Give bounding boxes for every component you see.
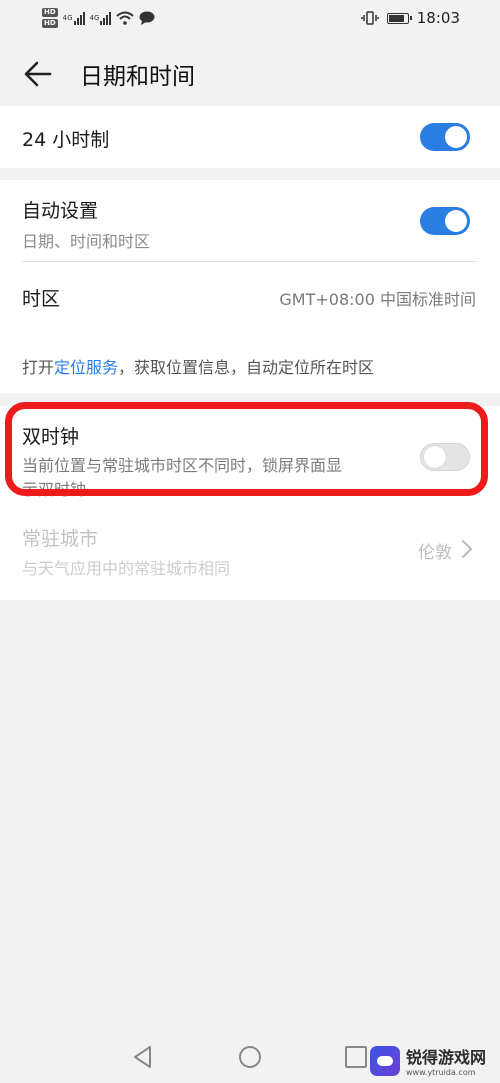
- watermark-url: www.ytruida.com: [406, 1068, 476, 1077]
- home-city-sub: 与天气应用中的常驻城市相同: [22, 559, 231, 578]
- location-hint: 打开定位服务，获取位置信息，自动定位所在时区: [22, 354, 374, 378]
- title-bar: 日期和时间: [0, 40, 500, 106]
- watermark-text: 锐得游戏网 www.ytruida.com: [406, 1044, 486, 1077]
- auto-setting-sub: 日期、时间和时区: [22, 232, 151, 251]
- divider: [22, 261, 478, 262]
- location-service-link[interactable]: 定位服务: [54, 358, 118, 377]
- hd-badge: HD: [42, 19, 58, 28]
- toggle-knob: [445, 210, 467, 232]
- battery-icon: [386, 12, 412, 24]
- nav-back-icon[interactable]: [130, 1044, 156, 1070]
- timezone-value: GMT+08:00 中国标准时间: [279, 290, 476, 309]
- watermark-logo-icon: [370, 1045, 400, 1076]
- network-type-label: 4G: [89, 13, 100, 22]
- hd-badge: HD: [42, 8, 58, 17]
- back-arrow-icon[interactable]: [22, 58, 54, 90]
- home-city-value: 伦敦: [418, 543, 452, 563]
- status-right: 18:03: [361, 9, 460, 27]
- signal-bars-icon: [100, 11, 112, 25]
- hint-suffix: ，获取位置信息，自动定位所在时区: [118, 358, 375, 377]
- page-title: 日期和时间: [80, 64, 195, 90]
- signal-1: 4G: [62, 11, 85, 25]
- toggle-knob: [424, 446, 446, 468]
- signal-bars-icon: [73, 11, 85, 25]
- chat-icon: [139, 11, 155, 25]
- auto-setting-toggle[interactable]: [420, 207, 470, 235]
- card-24-hour: 24 小时制: [0, 106, 500, 168]
- hint-prefix: 打开: [22, 358, 55, 377]
- vibrate-icon: [361, 11, 379, 25]
- card-auto-settings: 自动设置 日期、时间和时区 时区 GMT+08:00 中国标准时间 打开定位服务…: [0, 180, 500, 393]
- nav-recent-icon[interactable]: [343, 1044, 369, 1070]
- dual-clock-sub-line2: 示双时钟: [22, 480, 87, 499]
- battery-fill: [388, 14, 404, 22]
- hour24-toggle[interactable]: [420, 123, 470, 151]
- hour24-label: 24 小时制: [22, 129, 110, 151]
- dual-clock-label: 双时钟: [22, 426, 80, 448]
- toggle-knob: [445, 126, 467, 148]
- wifi-icon: [116, 11, 135, 25]
- dual-clock-sub-line1: 当前位置与常驻城市时区不同时，锁屏界面显: [22, 456, 343, 475]
- chevron-right-icon: [461, 539, 473, 559]
- signal-2: 4G: [89, 11, 112, 25]
- dual-clock-toggle[interactable]: [420, 443, 470, 471]
- status-bar: HD HD 4G 4G 18:03: [0, 0, 500, 40]
- watermark-title: 锐得游戏网: [406, 1048, 487, 1067]
- auto-setting-label: 自动设置: [22, 200, 99, 222]
- watermark: 锐得游戏网 www.ytruida.com: [370, 1044, 486, 1077]
- hd-indicators: HD HD: [42, 8, 58, 28]
- clock: 18:03: [416, 9, 460, 27]
- card-dual-clock: 双时钟 当前位置与常驻城市时区不同时，锁屏界面显 示双时钟 常驻城市 与天气应用…: [0, 406, 500, 600]
- nav-home-icon[interactable]: [237, 1044, 263, 1070]
- home-city-label: 常驻城市: [22, 528, 99, 550]
- network-type-label: 4G: [62, 13, 73, 22]
- timezone-label: 时区: [22, 288, 61, 310]
- status-left: HD HD 4G 4G: [42, 8, 155, 28]
